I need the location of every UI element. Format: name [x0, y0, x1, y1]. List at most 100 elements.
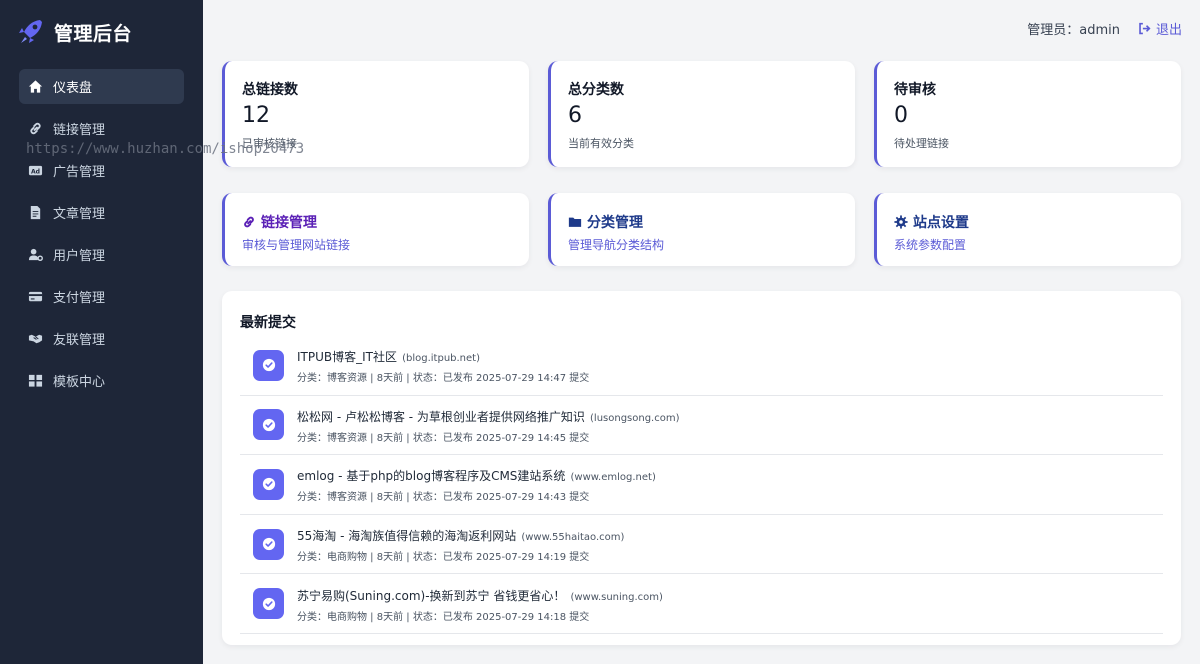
stat-card-total-categories: 总分类数 6 当前有效分类: [548, 61, 855, 167]
svg-text:Ad: Ad: [31, 168, 40, 175]
submission-domain: (lusongsong.com): [590, 412, 680, 424]
check-badge: [253, 349, 284, 381]
check-badge: [253, 468, 284, 500]
stat-desc: 已审核链接: [242, 137, 297, 150]
stat-desc: 当前有效分类: [568, 137, 634, 150]
sign-out-icon: [1139, 22, 1151, 34]
submission-text: 苏宁易购(Suning.com)-换新到苏宁 省钱更省心！ (www.sunin…: [297, 585, 663, 623]
list-item[interactable]: emlog - 基于php的blog博客程序及CMS建站系统 (www.emlo…: [240, 455, 1163, 515]
brand-title: 管理后台: [54, 22, 133, 45]
quick-category-management[interactable]: 分类管理 管理导航分类结构: [548, 193, 855, 266]
submission-meta: 分类：博客资源 | 8天前 | 状态：已发布 2025-07-29 14:45 …: [297, 432, 590, 444]
submission-text: emlog - 基于php的blog博客程序及CMS建站系统 (www.emlo…: [297, 465, 656, 503]
submission-name[interactable]: 松松网 - 卢松松博客 - 为草根创业者提供网络推广知识: [297, 410, 585, 424]
sidebar-item-label: 支付管理: [53, 291, 106, 306]
sidebar-item-friend-links[interactable]: 友联管理: [19, 321, 184, 356]
submission-meta: 分类：电商购物 | 8天前 | 状态：已发布 2025-07-29 14:18 …: [297, 611, 590, 623]
submission-text: 松松网 - 卢松松博客 - 为草根创业者提供网络推广知识 (lusongsong…: [297, 406, 680, 444]
folder-icon: [568, 217, 582, 227]
ad-icon: Ad: [28, 165, 43, 175]
submission-name[interactable]: emlog - 基于php的blog博客程序及CMS建站系统: [297, 469, 565, 483]
submission-domain: (www.emlog.net): [570, 472, 656, 484]
sidebar-item-label: 链接管理: [53, 123, 106, 138]
check-circle-icon: [262, 418, 275, 432]
rocket-icon: [19, 20, 42, 43]
submission-meta: 分类：博客资源 | 8天前 | 状态：已发布 2025-07-29 14:47 …: [297, 373, 590, 385]
quick-site-settings[interactable]: 站点设置 系统参数配置: [874, 193, 1181, 266]
admin-label: 管理员：admin: [1027, 22, 1120, 38]
grid-icon: [28, 374, 43, 387]
sidebar-item-users[interactable]: 用户管理: [19, 237, 184, 272]
stat-title: 总分类数: [568, 82, 624, 98]
credit-card-icon: [28, 291, 43, 302]
sidebar-item-payment[interactable]: 支付管理: [19, 279, 184, 314]
submission-domain: (blog.itpub.net): [402, 353, 480, 365]
list-item[interactable]: 55海淘 - 海淘族值得信赖的海淘返利网站 (www.55haitao.com)…: [240, 515, 1163, 575]
stat-value: 12: [242, 103, 270, 128]
recent-title: 最新提交: [240, 315, 296, 331]
user-gear-icon: [28, 248, 43, 262]
submission-name[interactable]: ITPUB博客_IT社区: [297, 350, 397, 364]
quick-title-label: 分类管理: [587, 215, 643, 231]
stat-card-pending: 待审核 0 待处理链接: [874, 61, 1181, 167]
sidebar-item-label: 仪表盘: [53, 81, 93, 96]
stat-title: 总链接数: [242, 82, 298, 98]
sidebar-item-label: 友联管理: [53, 333, 106, 348]
list-item[interactable]: ITPUB博客_IT社区 (blog.itpub.net) 分类：博客资源 | …: [240, 336, 1163, 396]
submission-domain: (www.55haitao.com): [521, 532, 625, 544]
check-badge: [253, 588, 284, 620]
sidebar: 管理后台 仪表盘 链接管理 Ad 广告管理 文章管理 用户管理 支付管理 友联管…: [0, 0, 203, 664]
stat-value: 0: [894, 103, 908, 128]
handshake-icon: [28, 334, 43, 344]
quick-title: 链接管理: [242, 212, 529, 232]
gear-icon: [894, 215, 908, 229]
quick-link-management[interactable]: 链接管理 审核与管理网站链接: [222, 193, 529, 266]
stat-value: 6: [568, 103, 582, 128]
topbar: 管理员：admin 退出: [1027, 18, 1182, 38]
stat-title: 待审核: [894, 82, 936, 98]
quick-desc: 系统参数配置: [894, 238, 967, 252]
home-icon: [28, 80, 43, 93]
check-circle-icon: [262, 478, 275, 491]
check-circle-icon: [262, 359, 275, 372]
link-icon: [244, 216, 254, 228]
submission-meta: 分类：电商购物 | 8天前 | 状态：已发布 2025-07-29 14:19 …: [297, 552, 590, 564]
quick-title-label: 站点设置: [913, 215, 969, 231]
sidebar-item-label: 模板中心: [53, 375, 106, 390]
link-icon: [30, 122, 41, 135]
brand[interactable]: 管理后台: [18, 16, 132, 48]
sidebar-item-label: 文章管理: [53, 207, 106, 222]
sidebar-item-dashboard[interactable]: 仪表盘: [19, 69, 184, 104]
submission-text: 55海淘 - 海淘族值得信赖的海淘返利网站 (www.55haitao.com)…: [297, 525, 624, 563]
logout-button[interactable]: 退出: [1138, 19, 1182, 38]
list-item[interactable]: 苏宁易购(Suning.com)-换新到苏宁 省钱更省心！ (www.sunin…: [240, 574, 1163, 634]
sidebar-item-articles[interactable]: 文章管理: [19, 195, 184, 230]
submission-list: ITPUB博客_IT社区 (blog.itpub.net) 分类：博客资源 | …: [240, 336, 1163, 634]
submission-meta: 分类：博客资源 | 8天前 | 状态：已发布 2025-07-29 14:43 …: [297, 492, 590, 504]
check-badge: [253, 409, 284, 441]
sidebar-item-links[interactable]: 链接管理: [19, 111, 184, 146]
check-circle-icon: [262, 537, 275, 551]
submission-text: ITPUB博客_IT社区 (blog.itpub.net) 分类：博客资源 | …: [297, 346, 589, 384]
sidebar-nav: 仪表盘 链接管理 Ad 广告管理 文章管理 用户管理 支付管理 友联管理 模板中: [19, 69, 184, 405]
check-badge: [253, 528, 284, 560]
stat-card-total-links: 总链接数 12 已审核链接: [222, 61, 529, 167]
check-circle-icon: [262, 597, 275, 610]
quick-title-label: 链接管理: [261, 215, 317, 231]
quick-title: 站点设置: [894, 212, 1181, 232]
sidebar-item-ads[interactable]: Ad 广告管理: [19, 153, 184, 188]
list-item[interactable]: 松松网 - 卢松松博客 - 为草根创业者提供网络推广知识 (lusongsong…: [240, 396, 1163, 456]
submission-name[interactable]: 55海淘 - 海淘族值得信赖的海淘返利网站: [297, 529, 516, 543]
stat-desc: 待处理链接: [894, 137, 949, 150]
quick-title: 分类管理: [568, 212, 855, 232]
sidebar-item-label: 用户管理: [53, 249, 106, 264]
file-icon: [30, 205, 41, 220]
quick-desc: 审核与管理网站链接: [242, 238, 351, 252]
logout-label: 退出: [1155, 22, 1182, 38]
recent-submissions-panel: 最新提交 ITPUB博客_IT社区 (blog.itpub.net) 分类：博客…: [222, 291, 1181, 645]
sidebar-item-templates[interactable]: 模板中心: [19, 363, 184, 398]
sidebar-item-label: 广告管理: [53, 165, 106, 180]
quick-desc: 管理导航分类结构: [568, 238, 665, 252]
submission-domain: (www.suning.com): [570, 591, 663, 603]
submission-name[interactable]: 苏宁易购(Suning.com)-换新到苏宁 省钱更省心！: [297, 589, 565, 603]
